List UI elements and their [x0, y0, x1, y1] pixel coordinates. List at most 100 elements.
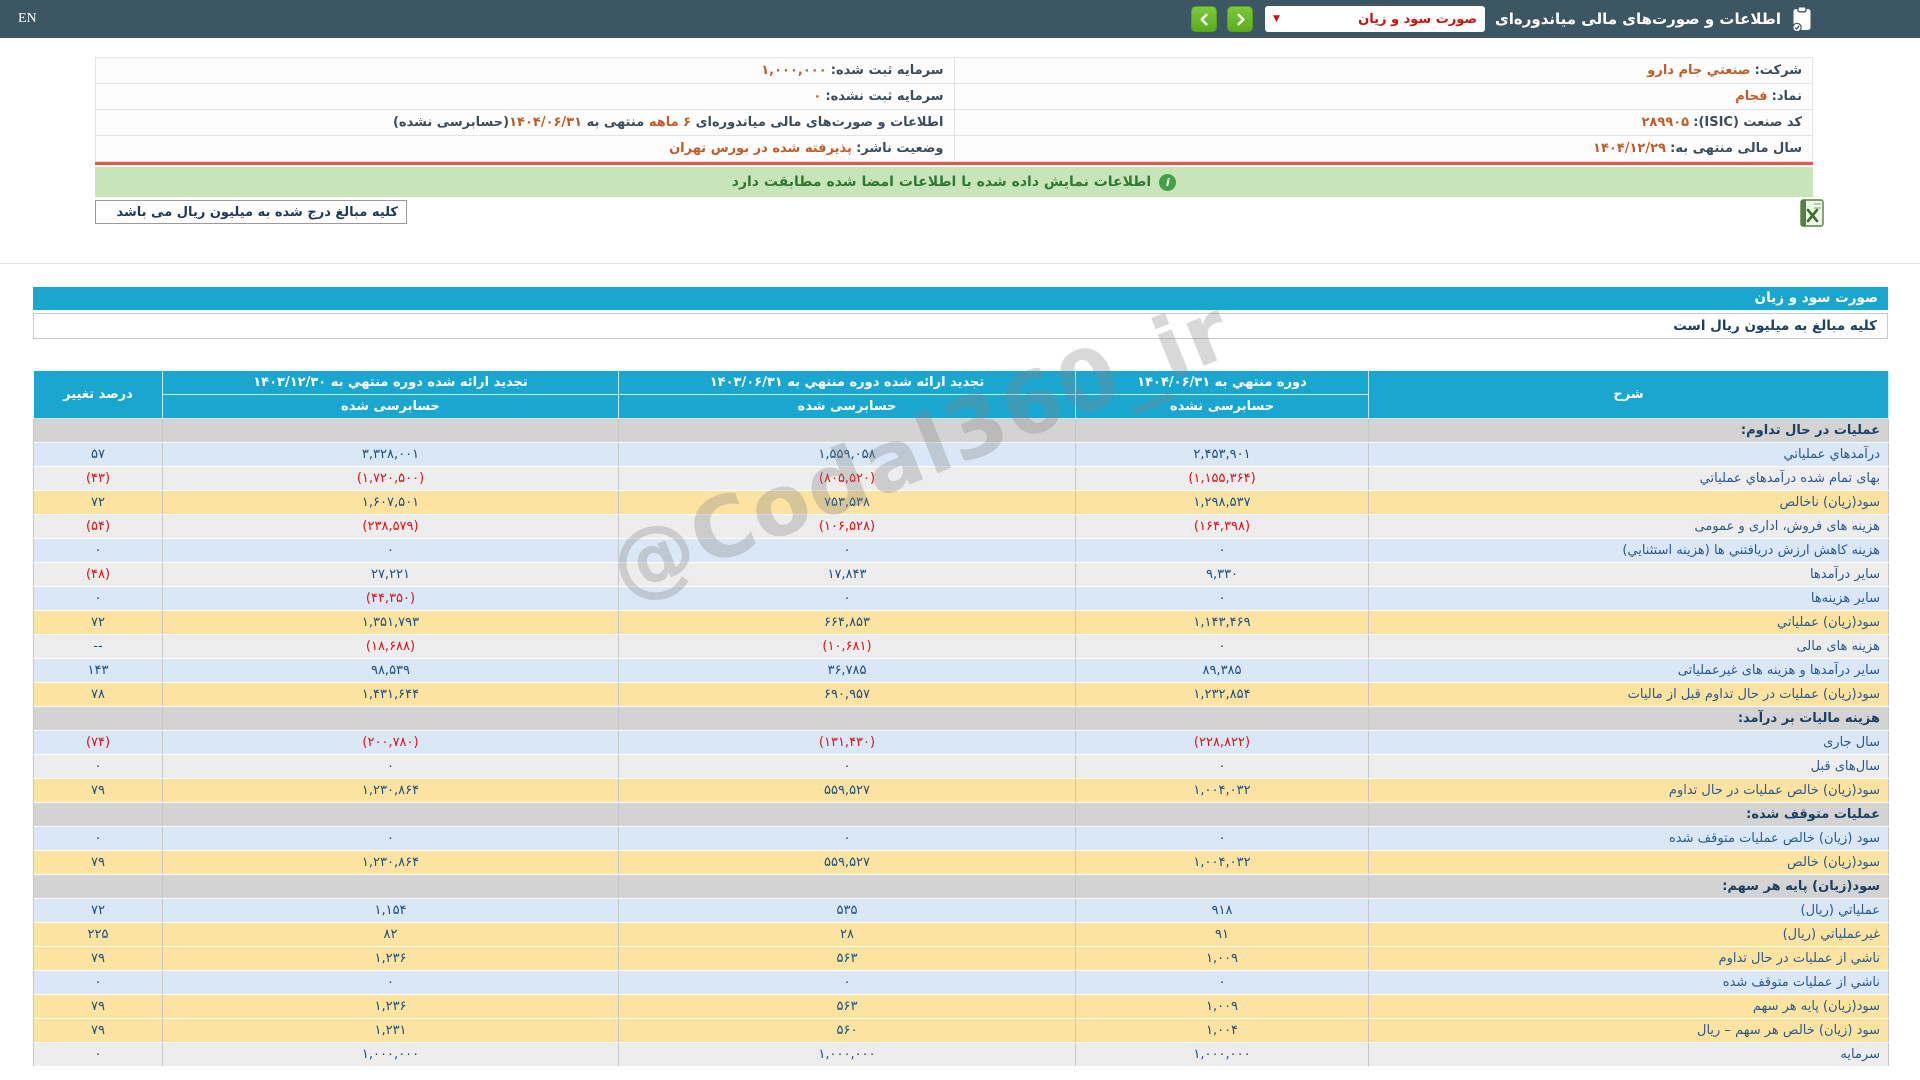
header-prev-year-period: تجدید ارائه شده دوره منتهي به ۱۴۰۳/۱۲/۳۰	[162, 370, 619, 395]
row-label: سرمایه	[1368, 1042, 1889, 1067]
row-label: عملياتي (ريال)	[1368, 898, 1889, 923]
info-cell-registered-capital: سرمایه ثبت شده: ۱,۰۰۰,۰۰۰	[95, 57, 955, 84]
statement-row: سود(زيان) عملياتي ۱,۱۴۳,۴۶۹ ۶۶۴,۸۵۳ ۱,۳۵۱,۷…	[33, 610, 1889, 635]
value-cell: ۱,۲۳۰,۸۶۴	[162, 850, 619, 875]
value-cell: ۳,۳۲۸,۰۰۱	[162, 442, 619, 467]
statement-row: هزینه های مالی ۰ (۱۰,۶۸۱) (۱۸,۶۸۸) --	[33, 634, 1889, 659]
statement-type-dropdown[interactable]: صورت سود و زیان ▼	[1265, 6, 1486, 32]
statement-row: سود(زيان) خالص عملیات در حال تداوم ۱,۰۰۴,…	[33, 778, 1889, 803]
value-cell: ۱,۰۰۴,۰۳۲	[1075, 778, 1369, 803]
statement-row: سایر هزینه‌ها ۰ ۰ (۴۴,۳۵۰) ۰	[33, 586, 1889, 611]
info-icon: i	[1159, 173, 1177, 191]
value-cell	[162, 418, 619, 443]
page-title: اطلاعات و صورت‌های مالی میاندوره‌ای	[1495, 10, 1781, 28]
statement-row: ناشي از عملیات متوقف شده ۰ ۰ ۰ ۰	[33, 970, 1889, 995]
value-cell: ۸۲	[162, 922, 619, 947]
statement-unit-note: کلیه مبالغ به میلیون ریال است	[33, 313, 1888, 339]
row-label: درآمدهاي عملياتي	[1368, 442, 1889, 467]
header-desc: شرح	[1368, 370, 1889, 419]
statement-row: سایر درآمدها ۹,۳۳۰ ۱۷,۸۴۳ ۲۷,۲۲۱ (۴۸)	[33, 562, 1889, 587]
nav-back-button[interactable]	[1191, 6, 1218, 32]
value-cell: ۶۶۴,۸۵۳	[618, 610, 1076, 635]
statement-row: سال جاری (۲۲۸,۸۲۲) (۱۳۱,۴۳۰) (۲۰۰,۷۸۰) (۷۴)	[33, 730, 1889, 755]
value-cell: ۰	[162, 538, 619, 563]
statement-header: شرح دوره منتهي به ۱۴۰۴/۰۶/۳۱ تجدید ارائه…	[33, 370, 1889, 419]
value-cell: ۵۵۹,۵۲۷	[618, 778, 1076, 803]
statement-body: عملیات در حال تداوم: درآمدهاي عملياتي ۲,۴۵…	[33, 418, 1889, 1067]
value-cell: ۷۲	[33, 490, 163, 515]
value-cell: ۱,۳۵۱,۷۹۳	[162, 610, 619, 635]
statement-row: سود (زیان) خالص هر سهم – ریال ۱,۰۰۴ ۵۶۰ ۱,۲…	[33, 1018, 1889, 1043]
value-cell: ۶۹۰,۹۵۷	[618, 682, 1076, 707]
statement-row: سرمایه ۱,۰۰۰,۰۰۰ ۱,۰۰۰,۰۰۰ ۱,۰۰۰,۰۰۰ ۰	[33, 1042, 1889, 1067]
signature-match-text: اطلاعات نمایش داده شده با اطلاعات امضا ش…	[731, 174, 1152, 190]
row-label: سود(زيان) عملیات در حال تداوم قبل از مال…	[1368, 682, 1889, 707]
statement-row: غیرعملیاتي (ریال) ۹۱ ۲۸ ۸۲ ۲۲۵	[33, 922, 1889, 947]
value-cell	[1075, 802, 1369, 827]
value-cell: ۷۸	[33, 682, 163, 707]
value-cell: ۱,۵۵۹,۰۵۸	[618, 442, 1076, 467]
value-cell: (۴۴,۳۵۰)	[162, 586, 619, 611]
statement-row: هزینه کاهش ارزش دریافتني ها (هزینه استثن…	[33, 538, 1889, 563]
statement-row: درآمدهاي عملياتي ۲,۴۵۳,۹۰۱ ۱,۵۵۹,۰۵۸ ۳,۳۲۸,…	[33, 442, 1889, 467]
section-divider	[0, 263, 1920, 264]
row-label: سایر هزینه‌ها	[1368, 586, 1889, 611]
value-cell: ۰	[33, 586, 163, 611]
row-label: سود(زيان) خالص عملیات در حال تداوم	[1368, 778, 1889, 803]
value-cell	[33, 418, 163, 443]
value-cell: (۱۶۴,۳۹۸)	[1075, 514, 1369, 539]
value-cell: ۹,۳۳۰	[1075, 562, 1369, 587]
value-cell: (۴۳)	[33, 466, 163, 491]
value-cell: (۱۰۶,۵۲۸)	[618, 514, 1076, 539]
value-cell: ۵۶۰	[618, 1018, 1076, 1043]
info-cell-unregistered-capital: سرمایه ثبت نشده: ۰	[95, 83, 955, 110]
info-cell-period-note: اطلاعات و صورت‌های مالی میاندوره‌ای ۶ ما…	[95, 109, 955, 136]
value-cell	[618, 706, 1076, 731]
statement-row: سود(زيان) عملیات در حال تداوم قبل از مال…	[33, 682, 1889, 707]
value-cell: ۰	[33, 754, 163, 779]
value-cell: ۱,۰۰۹	[1075, 994, 1369, 1019]
nav-forward-button[interactable]	[1227, 6, 1254, 32]
info-row: کد صنعت (ISIC): ۲۸۹۹۰۵ اطلاعات و صورت‌ها…	[95, 109, 1813, 136]
value-cell: ۰	[618, 586, 1076, 611]
value-cell: (۲۲۸,۸۲۲)	[1075, 730, 1369, 755]
value-cell: ۳۶,۷۸۵	[618, 658, 1076, 683]
value-cell: ۲۲۵	[33, 922, 163, 947]
info-row: شرکت: صنعتي جام دارو سرمایه ثبت شده: ۱,۰…	[95, 57, 1813, 84]
language-toggle-en[interactable]: EN	[18, 11, 37, 27]
info-cell-fiscal-year: سال مالی منتهی به: ۱۴۰۴/۱۲/۲۹	[953, 135, 1813, 162]
value-cell: ۰	[33, 538, 163, 563]
value-cell: ۰	[618, 754, 1076, 779]
row-label: غیرعملیاتي (ریال)	[1368, 922, 1889, 947]
header-prev-half-audit: حسابرسی شده	[618, 394, 1076, 419]
info-row: سال مالی منتهی به: ۱۴۰۴/۱۲/۲۹ وضعیت ناشر…	[95, 135, 1813, 162]
header-prev-half-period: تجدید ارائه شده دوره منتهي به ۱۴۰۳/۰۶/۳۱	[618, 370, 1076, 395]
value-cell: ۱,۲۳۶	[162, 994, 619, 1019]
value-cell: ۱۴۳	[33, 658, 163, 683]
chevron-left-icon	[1200, 13, 1208, 25]
income-statement-table: شرح دوره منتهي به ۱۴۰۴/۰۶/۳۱ تجدید ارائه…	[33, 370, 1889, 1067]
value-cell: --	[33, 634, 163, 659]
statement-row: بهای تمام شده درآمدهاي عملياتي (۱,۱۵۵,۳۶۴…	[33, 466, 1889, 491]
value-cell: ۱,۰۰۹	[1075, 946, 1369, 971]
value-cell	[618, 418, 1076, 443]
value-cell: (۱,۱۵۵,۳۶۴)	[1075, 466, 1369, 491]
row-label: هزینه های فروش، اداری و عمومی	[1368, 514, 1889, 539]
value-cell: ۷۵۳,۵۳۸	[618, 490, 1076, 515]
value-cell: ۵۳۵	[618, 898, 1076, 923]
value-cell: ۱,۶۰۷,۵۰۱	[162, 490, 619, 515]
value-cell: ۰	[1075, 970, 1369, 995]
header-current-audit: حسابرسی نشده	[1075, 394, 1369, 419]
value-cell: ۲۷,۲۲۱	[162, 562, 619, 587]
row-label: سود (زیان) خالص عملیات متوقف شده	[1368, 826, 1889, 851]
excel-export-icon[interactable]	[1797, 198, 1827, 228]
value-cell: ۱,۲۳۲,۸۵۴	[1075, 682, 1369, 707]
value-cell: ۰	[33, 1042, 163, 1067]
statement-row: سال‌های قبل ۰ ۰ ۰ ۰	[33, 754, 1889, 779]
value-cell: ۵۵۹,۵۲۷	[618, 850, 1076, 875]
info-cell-issuer-status: وضعیت ناشر: پذیرفته شده در بورس تهران	[95, 135, 955, 162]
row-label: سایر درآمدها و هزینه های غیرعملیاتی	[1368, 658, 1889, 683]
value-cell	[618, 802, 1076, 827]
value-cell: (۱۰,۶۸۱)	[618, 634, 1076, 659]
value-cell: ۵۶۳	[618, 994, 1076, 1019]
